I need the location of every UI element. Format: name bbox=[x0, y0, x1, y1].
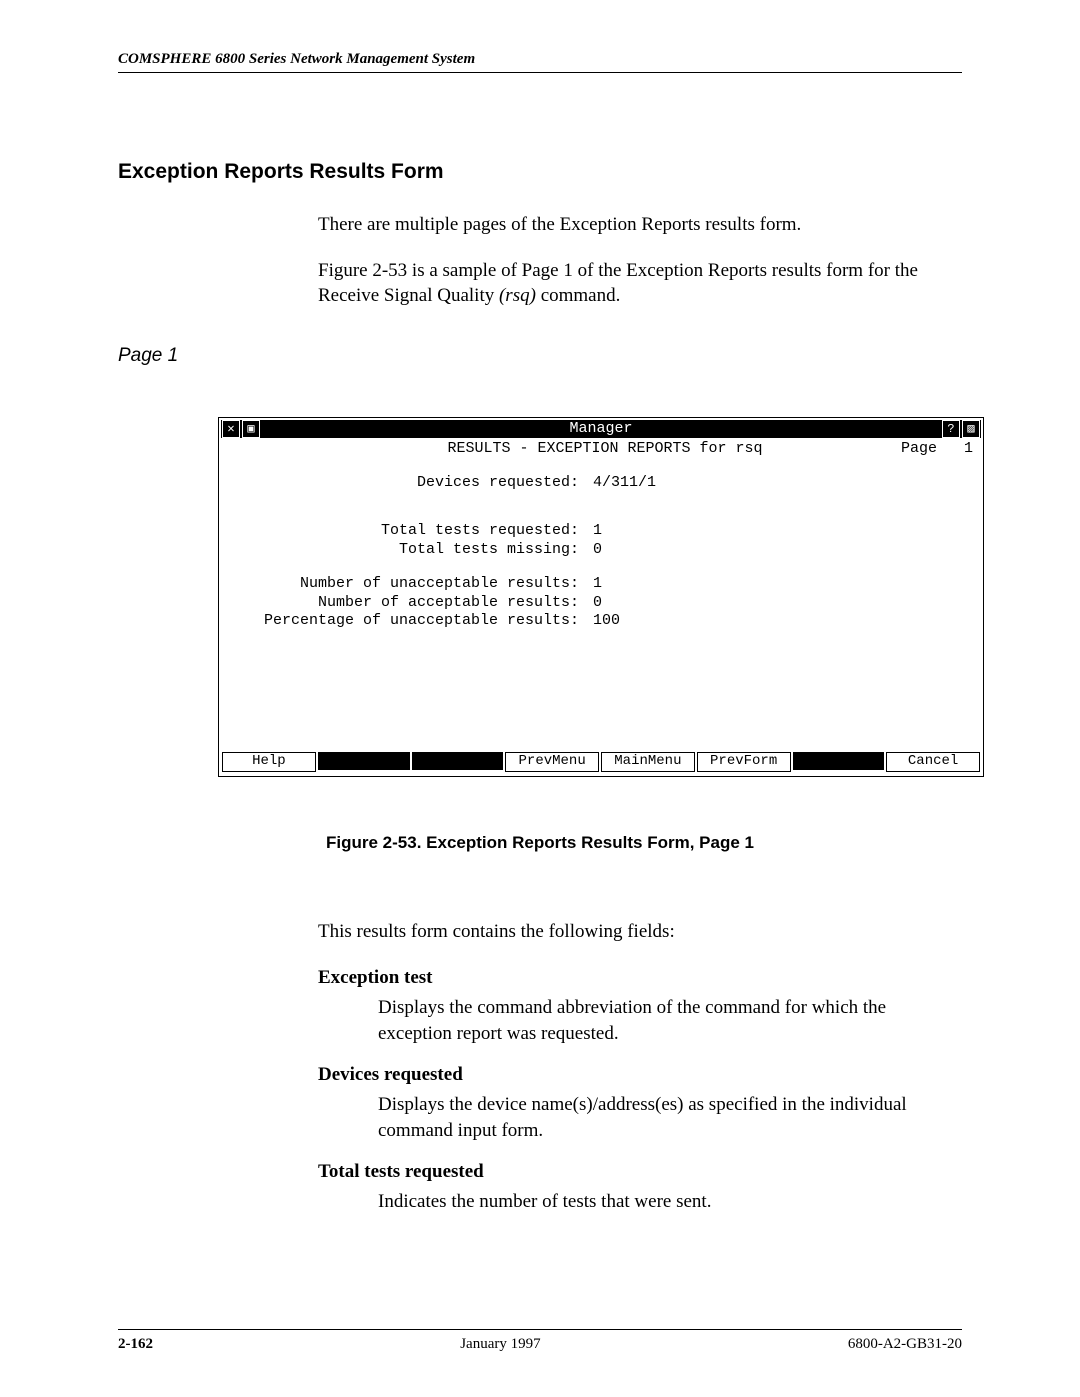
row-percentage-unacceptable: Percentage of unacceptable results: 100 bbox=[229, 612, 973, 631]
fkey-help[interactable]: Help bbox=[222, 752, 316, 772]
footer-date: January 1997 bbox=[460, 1336, 540, 1353]
pin-icon[interactable]: ▣ bbox=[242, 420, 260, 438]
rsq-command: (rsq) bbox=[499, 285, 536, 306]
fkey-prevmenu[interactable]: PrevMenu bbox=[505, 752, 599, 772]
help-icon[interactable]: ? bbox=[942, 420, 960, 438]
field-definitions: Exception test Displays the command abbr… bbox=[318, 967, 952, 1215]
running-head-text: COMSPHERE 6800 Series Network Management… bbox=[118, 51, 475, 67]
fkey-mainmenu[interactable]: MainMenu bbox=[601, 752, 695, 772]
row-total-tests-requested: Total tests requested: 1 bbox=[229, 522, 973, 541]
section-heading: Exception Reports Results Form bbox=[118, 160, 962, 184]
field-def-total-tests-requested: Indicates the number of tests that were … bbox=[378, 1189, 952, 1215]
fkey-f3 bbox=[412, 752, 504, 770]
footer-doc-number: 6800-A2-GB31-20 bbox=[848, 1336, 962, 1353]
intro-paragraph-2: Figure 2-53 is a sample of Page 1 of the… bbox=[318, 258, 952, 309]
figure-caption: Figure 2-53. Exception Reports Results F… bbox=[118, 833, 962, 853]
terminal-figure: ✕ ▣ Manager ? ▨ RESULTS - EXCEPTION REPO… bbox=[218, 417, 984, 777]
running-head: COMSPHERE 6800 Series Network Management… bbox=[118, 50, 962, 73]
page: COMSPHERE 6800 Series Network Management… bbox=[0, 0, 1080, 1397]
row-acceptable-results: Number of acceptable results: 0 bbox=[229, 594, 973, 613]
terminal-title: Manager bbox=[261, 420, 941, 439]
row-total-tests-missing: Total tests missing: 0 bbox=[229, 541, 973, 560]
fkey-cancel[interactable]: Cancel bbox=[886, 752, 980, 772]
fkey-f2 bbox=[318, 752, 410, 770]
footer-page-number: 2-162 bbox=[118, 1336, 153, 1353]
field-term-exception-test: Exception test bbox=[318, 967, 952, 989]
page-footer: 2-162 January 1997 6800-A2-GB31-20 bbox=[118, 1329, 962, 1353]
field-term-total-tests-requested: Total tests requested bbox=[318, 1161, 952, 1183]
close-icon[interactable]: ✕ bbox=[222, 420, 240, 438]
page-word: Page bbox=[901, 440, 937, 457]
row-unacceptable-results: Number of unacceptable results: 1 bbox=[229, 575, 973, 594]
intro-2b: command. bbox=[536, 285, 620, 306]
page-1-label: Page 1 bbox=[118, 345, 962, 367]
fkey-f7 bbox=[793, 752, 885, 770]
resize-icon[interactable]: ▨ bbox=[962, 420, 980, 438]
results-header: RESULTS - EXCEPTION REPORTS for rsq bbox=[229, 440, 901, 459]
content-area: Exception Reports Results Form There are… bbox=[118, 160, 962, 1233]
intro-paragraph-1: There are multiple pages of the Exceptio… bbox=[318, 212, 952, 238]
page-number: 1 bbox=[964, 440, 973, 457]
terminal-screen: RESULTS - EXCEPTION REPORTS for rsq Page… bbox=[221, 438, 981, 752]
function-key-bar: Help PrevMenu MainMenu PrevForm Cancel bbox=[221, 752, 981, 774]
fkey-prevform[interactable]: PrevForm bbox=[697, 752, 791, 772]
terminal-titlebar: ✕ ▣ Manager ? ▨ bbox=[221, 420, 981, 438]
field-term-devices-requested: Devices requested bbox=[318, 1064, 952, 1086]
field-def-exception-test: Displays the command abbreviation of the… bbox=[378, 995, 952, 1046]
field-def-devices-requested: Displays the device name(s)/address(es) … bbox=[378, 1092, 952, 1143]
fields-intro: This results form contains the following… bbox=[318, 921, 952, 943]
row-devices-requested: Devices requested: 4/311/1 bbox=[229, 474, 973, 493]
